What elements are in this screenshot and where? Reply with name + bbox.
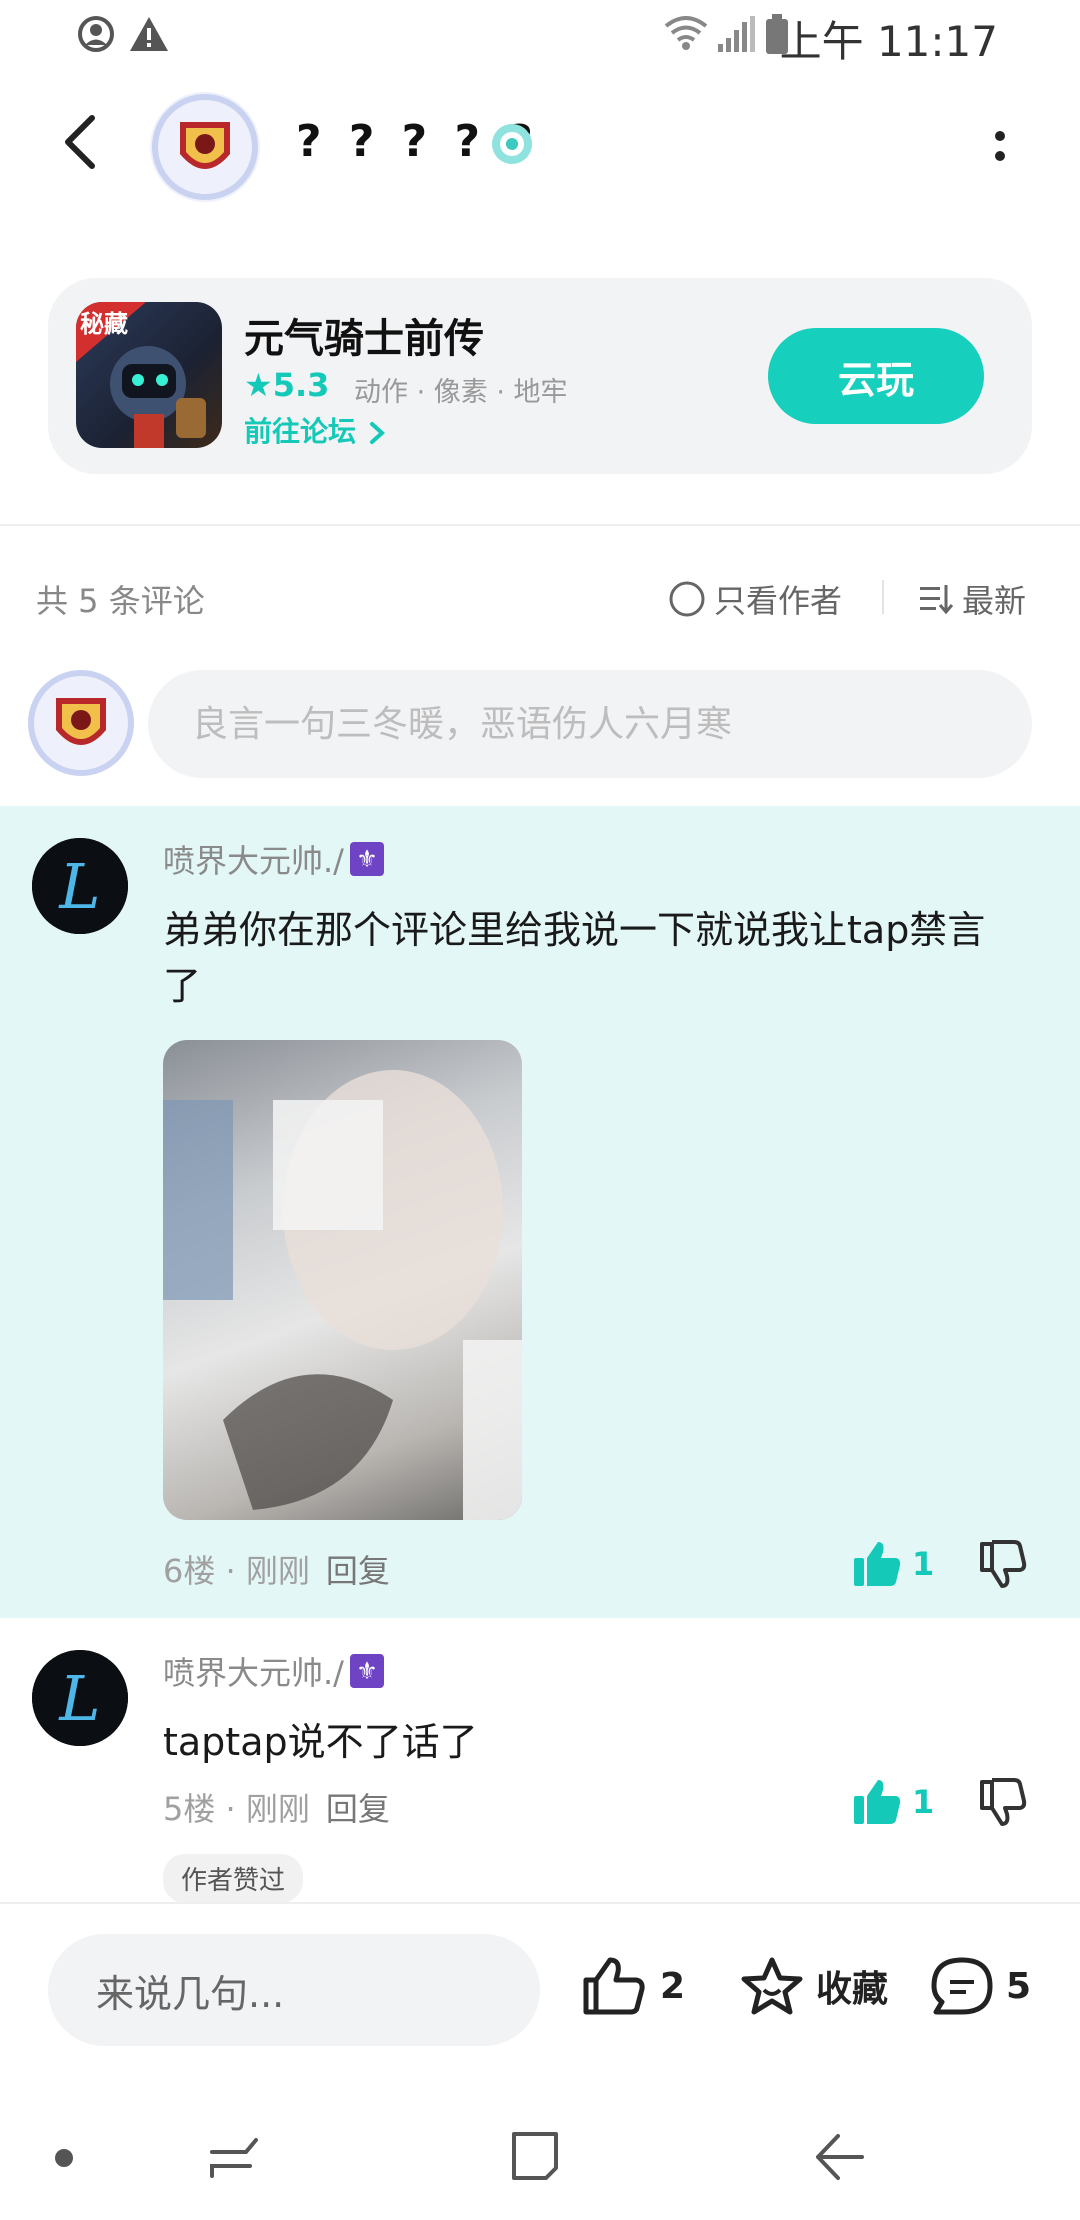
comment-floor: 5楼	[163, 1790, 216, 1828]
comment-author-name: 喷界大元帅./	[163, 1654, 344, 1692]
thumbs-down-icon[interactable]	[978, 1778, 1028, 1826]
header-separator	[882, 580, 884, 614]
favorite-button[interactable]: 收藏	[740, 1956, 888, 2016]
comment-time: 刚刚	[245, 1790, 310, 1828]
comments-count: 共 5 条评论	[36, 582, 205, 620]
post-like-count: 2	[660, 1965, 686, 2007]
comment-input[interactable]	[148, 670, 1032, 778]
reply-button[interactable]: 回复	[326, 1790, 390, 1828]
comment-author-name: 喷界大元帅./	[163, 842, 344, 880]
favorite-label: 收藏	[816, 1969, 889, 2010]
signal-icon	[718, 16, 755, 52]
header: ? ? ? ? ?	[0, 72, 1080, 212]
back-icon[interactable]	[56, 112, 102, 172]
sort-button[interactable]: 最新	[918, 576, 1026, 622]
like-button[interactable]: 1	[852, 1540, 934, 1588]
verified-badge-icon	[492, 124, 532, 164]
account-icon	[78, 16, 114, 52]
comment-time: 刚刚	[245, 1552, 310, 1590]
status-time: 上午 11:17	[779, 17, 998, 66]
recent-apps-icon[interactable]	[206, 2132, 262, 2186]
fleur-de-lis-badge-icon: ⚜	[349, 1654, 384, 1688]
divider	[0, 524, 1080, 526]
svg-text:L: L	[58, 1662, 100, 1735]
wifi-icon	[664, 16, 708, 50]
thumbs-up-icon	[854, 1780, 901, 1824]
commenter-avatar[interactable]: L	[32, 838, 128, 934]
game-rating-value: 5.3	[272, 366, 330, 404]
radio-icon[interactable]	[668, 580, 706, 618]
status-bar: 上午 11:17	[0, 0, 1080, 72]
comment-text: taptap说不了话了	[163, 1720, 478, 1764]
comments-total: 5	[1006, 1965, 1032, 2007]
nav-dot-icon	[55, 2149, 73, 2167]
forum-link-label: 前往论坛	[244, 415, 357, 448]
game-icon-badge: 秘藏	[80, 310, 128, 338]
comment-item: L 喷界大元帅./ ⚜ taptap说不了话了 5楼 · 刚刚 回复 1 作者赞过	[0, 1618, 1080, 1904]
sort-label: 最新	[962, 582, 1027, 620]
author-only-toggle[interactable]: 只看作者	[668, 576, 842, 622]
comment-item: L 喷界大元帅./ ⚜ 弟弟你在那个评论里给我说一下就说我让tap禁言了 6楼 …	[0, 806, 1080, 1618]
comment-meta: 6楼 · 刚刚 回复	[163, 1552, 390, 1590]
warning-icon	[130, 17, 168, 51]
like-count: 1	[912, 1545, 935, 1583]
header-avatar[interactable]	[150, 92, 260, 202]
game-tags: 动作 · 像素 · 地牢	[354, 377, 568, 408]
thumbs-up-icon	[854, 1542, 901, 1586]
like-count: 1	[912, 1783, 935, 1821]
commenter-avatar[interactable]: L	[32, 1650, 128, 1746]
sort-icon	[920, 585, 954, 615]
comment-author[interactable]: 喷界大元帅./ ⚜	[163, 1648, 384, 1694]
chat-bubble-icon	[931, 1957, 993, 2015]
game-card[interactable]: 秘藏 元气骑士前传 ★5.3 动作 · 像素 · 地牢 前往论坛 云玩	[48, 278, 1032, 474]
nav-back-icon[interactable]	[812, 2130, 868, 2184]
comment-text: 弟弟你在那个评论里给我说一下就说我让tap禁言了	[163, 908, 986, 1008]
forum-link[interactable]: 前往论坛	[244, 410, 388, 450]
game-icon[interactable]: 秘藏	[76, 302, 222, 448]
comment-floor: 6楼	[163, 1552, 216, 1590]
my-avatar[interactable]	[26, 668, 136, 778]
more-options-icon[interactable]	[990, 124, 1010, 168]
system-nav-bar	[0, 2102, 1080, 2220]
comment-photo[interactable]	[163, 1040, 522, 1520]
thumbs-down-icon[interactable]	[978, 1540, 1028, 1588]
star-icon: ★	[244, 366, 273, 404]
bottom-action-bar: 来说几句... 2 收藏 5	[0, 1902, 1080, 2104]
svg-text:L: L	[58, 850, 100, 923]
comment-meta: 5楼 · 刚刚 回复	[163, 1790, 390, 1828]
like-button[interactable]: 1	[852, 1778, 934, 1826]
comments-button[interactable]: 5	[930, 1956, 1031, 2016]
game-name[interactable]: 元气骑士前传	[244, 306, 484, 364]
star-outline-icon	[741, 1957, 803, 2015]
thumbs-up-icon	[583, 1957, 645, 2015]
chevron-right-icon	[369, 422, 385, 444]
home-icon[interactable]	[508, 2128, 564, 2184]
say-something-input[interactable]: 来说几句...	[48, 1934, 540, 2046]
author-liked-badge: 作者赞过	[163, 1854, 304, 1903]
comment-author[interactable]: 喷界大元帅./ ⚜	[163, 836, 384, 882]
fleur-de-lis-badge-icon: ⚜	[349, 842, 384, 876]
game-rating: ★5.3	[244, 366, 329, 404]
author-only-label: 只看作者	[714, 582, 843, 620]
cloud-play-button[interactable]: 云玩	[768, 328, 984, 424]
reply-button[interactable]: 回复	[326, 1552, 390, 1590]
post-like-button[interactable]: 2	[582, 1956, 685, 2016]
